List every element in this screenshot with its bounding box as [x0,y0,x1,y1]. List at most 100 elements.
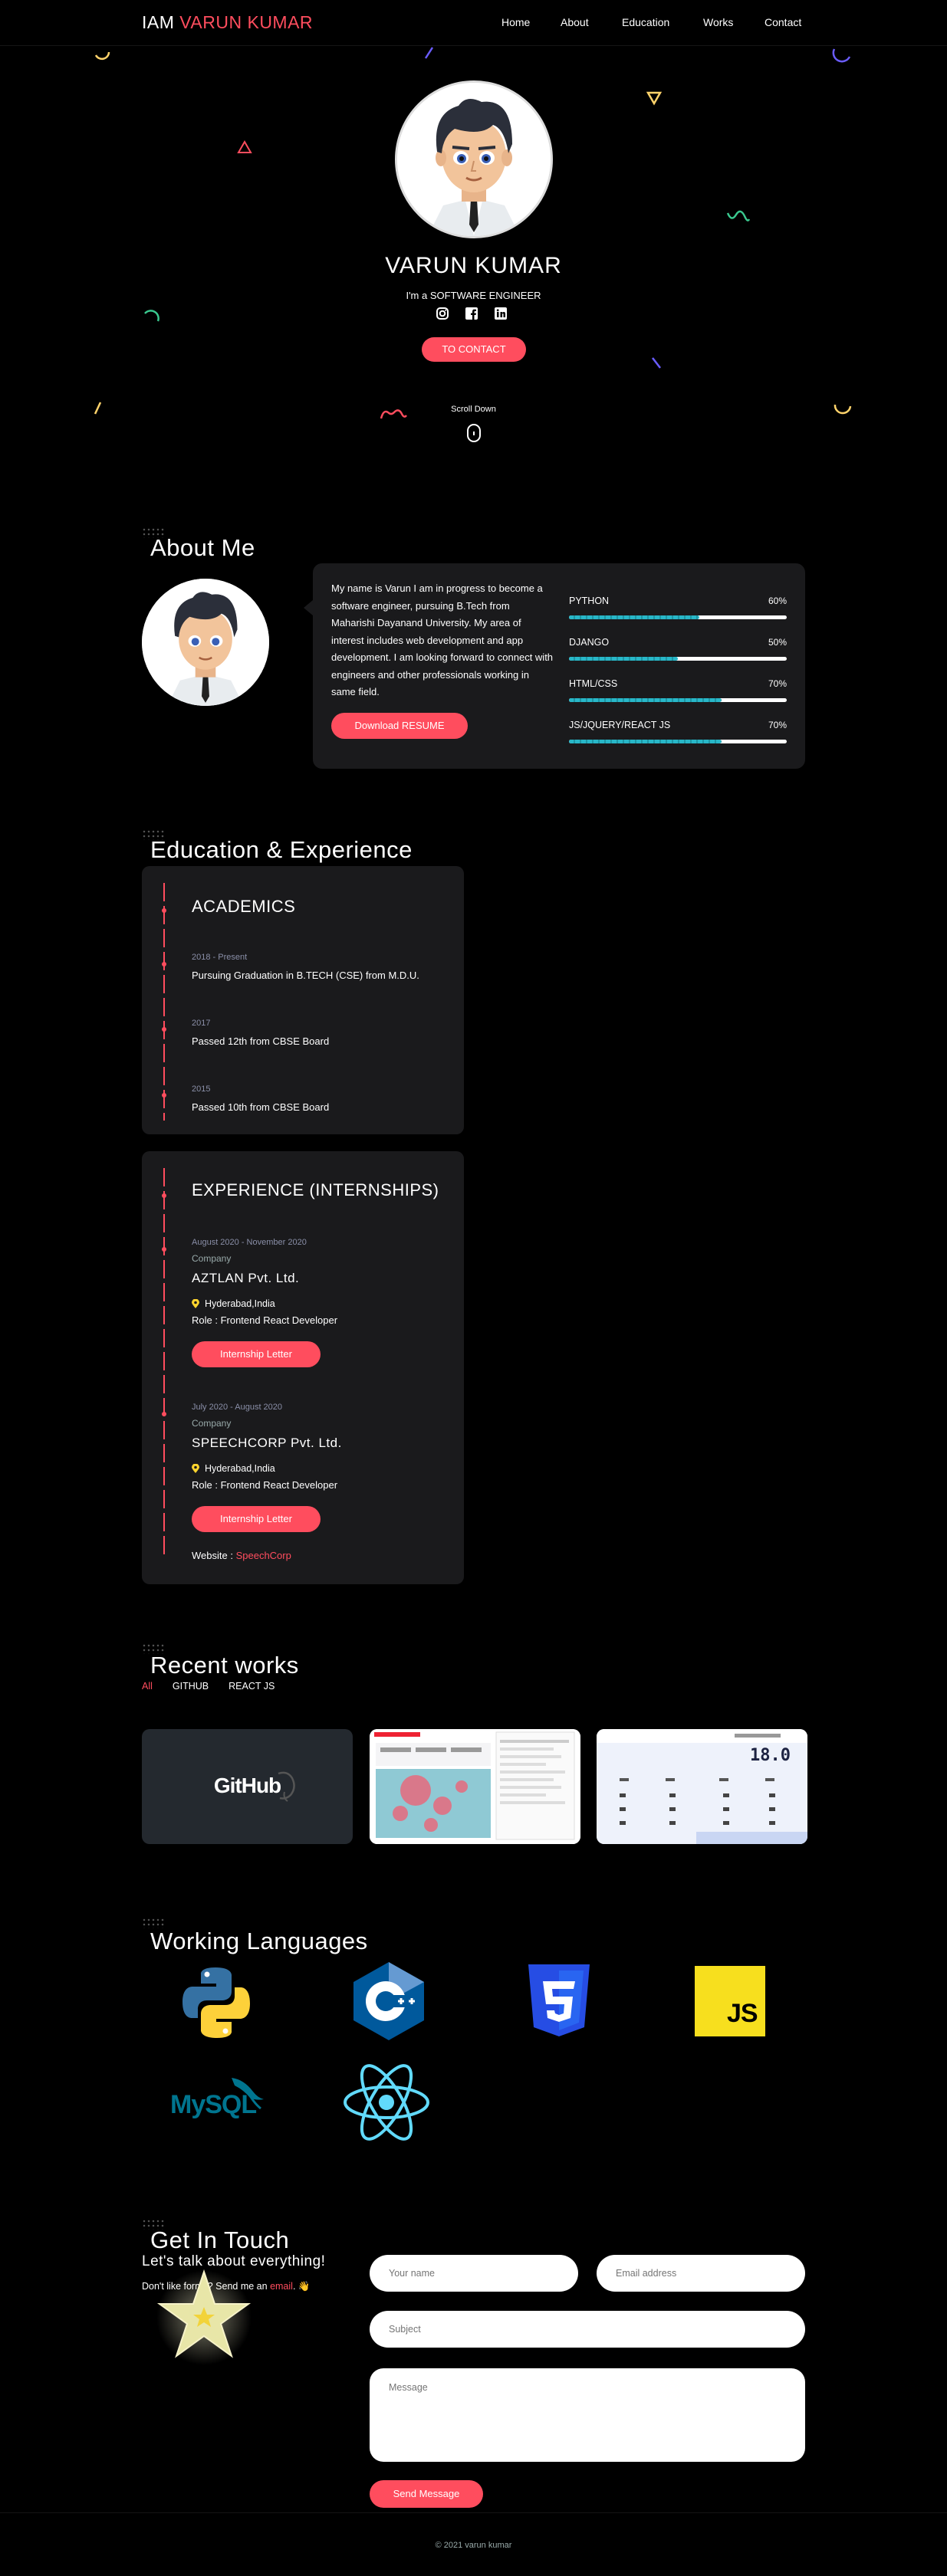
mysql-label: MySQL [170,2090,257,2119]
skill-percent: 50% [768,637,787,648]
filter-github[interactable]: GITHUB [173,1681,209,1692]
internship-letter-button[interactable]: Internship Letter [192,1341,321,1367]
decor-line-icon [424,47,434,59]
covid-map-screenshot [370,1729,580,1844]
academics-card: ACADEMICS 2018 - Present Pursuing Gradua… [142,866,464,1134]
location-pin-icon [192,1464,199,1473]
company-role: Role : Frontend React Developer [192,1314,338,1326]
skill-django: DJANGO 50% [569,637,787,678]
location-pin-icon [192,1299,199,1308]
company-label: Company [192,1253,232,1264]
education-title: Education & Experience [150,836,413,863]
company-location: Hyderabad,India [205,1463,275,1474]
skill-bar-fill [569,615,700,619]
nav-home[interactable]: Home [501,16,530,28]
profile-avatar [395,80,553,238]
skill-percent: 60% [768,596,787,606]
website-line: Website : SpeechCorp [192,1550,291,1561]
nav-contact[interactable]: Contact [765,16,801,28]
works-filters: All GITHUB REACT JS [142,1681,294,1692]
hero-name: VARUN KUMAR [385,253,562,278]
skill-html-css: HTML/CSS 70% [569,678,787,720]
to-contact-button[interactable]: TO CONTACT [422,337,526,362]
skill-js: JS/JQUERY/REACT JS 70% [569,720,787,761]
scroll-down-label: Scroll Down [451,405,496,414]
facebook-icon[interactable] [465,307,478,320]
timeline-dot [162,1412,166,1416]
hero-subtitle: I'm a SOFTWARE ENGINEER [406,290,541,301]
linkedin-icon[interactable] [494,307,508,320]
timeline-dot [162,908,166,913]
calculator-display: 18.0 [750,1746,791,1765]
decor-line-icon [652,357,661,369]
work-card-dashboard[interactable] [370,1729,580,1844]
website-label: Website : [192,1550,233,1561]
skill-bar [569,740,787,743]
academic-text: Passed 10th from CBSE Board [192,1101,330,1113]
timeline-dot [162,1193,166,1198]
decor-triangle-icon [237,139,252,153]
timeline-line [163,1168,165,1555]
timeline-dot [162,1027,166,1032]
skill-name: HTML/CSS [569,678,618,689]
send-message-button[interactable]: Send Message [370,2480,483,2508]
experience-title: EXPERIENCE (INTERNSHIPS) [192,1180,439,1199]
experience-card: EXPERIENCE (INTERNSHIPS) August 2020 - N… [142,1151,464,1584]
brand-prefix: IAM [142,12,175,32]
skill-bar-fill [569,698,722,702]
top-nav: IAM VARUN KUMAR Home About Education Wor… [0,0,947,46]
subject-input[interactable] [370,2311,805,2348]
experience-date: August 2020 - November 2020 [192,1238,307,1247]
nav-about[interactable]: About [561,16,589,28]
footer-copyright: © 2021 varun kumar [435,2541,512,2550]
filter-react[interactable]: REACT JS [229,1681,275,1692]
timeline-dot [162,962,166,966]
decor-arc-icon [832,48,851,63]
brand-name: VARUN KUMAR [179,12,314,32]
internship-letter-button[interactable]: Internship Letter [192,1506,321,1532]
decor-arc-icon [94,51,110,61]
skills-list: PYTHON 60% DJANGO 50% HTML/CSS 70% JS/JQ… [569,596,787,761]
javascript-label: JS [727,1999,758,2028]
message-textarea[interactable] [370,2368,805,2462]
about-title: About Me [150,534,255,561]
about-card: My name is Varun I am in progress to bec… [304,563,805,769]
download-resume-button[interactable]: Download RESUME [331,713,468,739]
work-card-calculator[interactable]: 18.0 [597,1729,807,1844]
star-icon [156,2269,252,2365]
timeline-dot [162,1247,166,1252]
company-label: Company [192,1418,232,1429]
academic-text: Pursuing Graduation in B.TECH (CSE) from… [192,970,419,981]
company-location: Hyderabad,India [205,1298,275,1309]
nav-education[interactable]: Education [622,16,669,28]
filter-all[interactable]: All [142,1681,153,1692]
academic-text: Passed 12th from CBSE Board [192,1035,330,1047]
nav-works[interactable]: Works [703,16,733,28]
react-icon [344,2064,429,2141]
experience-date: July 2020 - August 2020 [192,1403,283,1412]
skill-bar-fill [569,740,722,743]
css3-icon [528,1964,590,2036]
skill-name: JS/JQUERY/REACT JS [569,720,671,730]
skill-name: DJANGO [569,637,610,648]
email-input[interactable] [597,2255,805,2292]
about-text: My name is Varun I am in progress to bec… [331,582,554,697]
decor-triangle-icon [646,91,663,106]
brand-logo[interactable]: IAM VARUN KUMAR [142,12,313,33]
academics-title: ACADEMICS [192,897,296,916]
skill-percent: 70% [768,720,787,730]
email-link[interactable]: email [270,2281,293,2292]
timeline-dot [162,1093,166,1098]
name-input[interactable] [370,2255,578,2292]
contact-text-suffix: . 👋 [292,2281,311,2292]
python-icon [182,1967,250,2038]
website-link[interactable]: SpeechCorp [236,1550,291,1561]
avatar-illustration [397,83,551,236]
skill-percent: 70% [768,678,787,689]
mouse-scroll-icon[interactable] [467,424,481,442]
instagram-icon[interactable] [436,307,449,320]
work-card-github[interactable]: GitHub [142,1729,353,1844]
academic-date: 2017 [192,1019,211,1028]
skill-python: PYTHON 60% [569,596,787,637]
about-avatar [142,579,269,706]
